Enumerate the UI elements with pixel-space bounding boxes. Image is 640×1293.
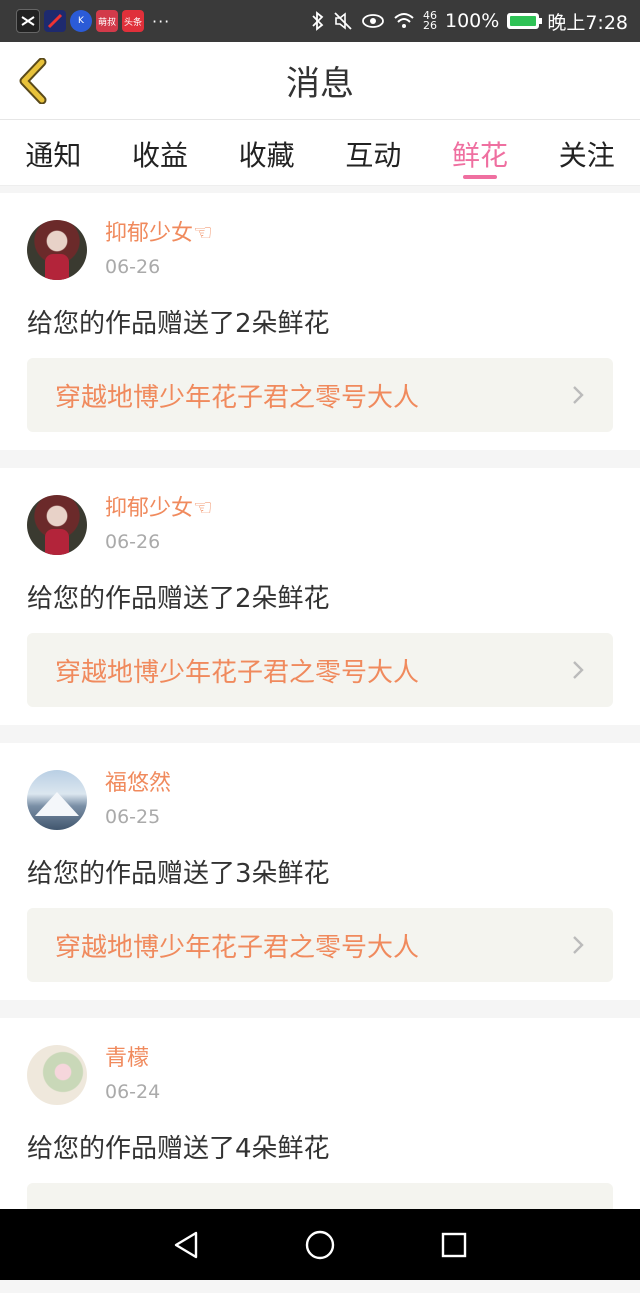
page-title: 消息 (286, 64, 354, 104)
chevron-right-icon (573, 661, 584, 679)
back-triangle-icon[interactable] (172, 1230, 200, 1260)
work-link[interactable]: 穿越地博少年花子君之零号大人 (27, 358, 613, 432)
message-date: 06-26 (105, 531, 161, 553)
more-notifications-icon: ··· (152, 11, 171, 31)
message-text: 给您的作品赠送了3朵鲜花 (27, 859, 330, 889)
avatar[interactable] (27, 220, 87, 280)
capcut-app-icon (16, 9, 40, 33)
avatar[interactable] (27, 495, 87, 555)
username[interactable]: 抑郁少女☜ (105, 215, 213, 247)
tab-notifications[interactable]: 通知 (0, 120, 107, 185)
message-text: 给您的作品赠送了2朵鲜花 (27, 584, 330, 614)
work-link[interactable]: 穿越地博少年花子君之零号大人 (27, 908, 613, 982)
battery-percent: 100% (445, 10, 500, 32)
message-list: 抑郁少女☜ 06-26 给您的作品赠送了2朵鲜花 穿越地博少年花子君之零号大人 … (0, 193, 640, 1293)
system-status: 46 26 100% 晚上7:28 (311, 8, 628, 35)
message-card: 抑郁少女☜ 06-26 给您的作品赠送了2朵鲜花 穿越地博少年花子君之零号大人 (0, 468, 640, 725)
avatar[interactable] (27, 770, 87, 830)
notification-icons: K 萌叔 头条 ··· (16, 9, 170, 33)
kuaishou-app-icon: K (70, 10, 92, 32)
tab-favorites[interactable]: 收藏 (213, 120, 320, 185)
battery-icon (507, 13, 543, 29)
message-date: 06-25 (105, 806, 161, 828)
eye-comfort-icon (362, 14, 384, 28)
bluetooth-icon (312, 11, 324, 31)
avatar[interactable] (27, 1045, 87, 1105)
status-bar: K 萌叔 头条 ··· 46 26 100% 晚上7:28 (0, 0, 640, 42)
system-nav-bar (0, 1209, 640, 1280)
tab-bar: 通知 收益 收藏 互动 鲜花 关注 (0, 120, 640, 186)
app-header: 消息 (0, 42, 640, 120)
message-date: 06-26 (105, 256, 161, 278)
message-text: 给您的作品赠送了2朵鲜花 (27, 309, 330, 339)
chevron-right-icon (573, 936, 584, 954)
recents-square-icon[interactable] (440, 1231, 468, 1259)
username[interactable]: 抑郁少女☜ (105, 490, 213, 522)
message-text: 给您的作品赠送了4朵鲜花 (27, 1134, 330, 1164)
work-title: 穿越地博少年花子君之零号大人 (55, 382, 420, 413)
photo-app-icon (44, 10, 66, 32)
clock: 晚上7:28 (547, 11, 628, 34)
wifi-icon (394, 13, 414, 28)
tab-flowers[interactable]: 鲜花 (427, 120, 534, 185)
username[interactable]: 青檬 (105, 1040, 149, 1072)
tab-earnings[interactable]: 收益 (107, 120, 214, 185)
message-card: 抑郁少女☜ 06-26 给您的作品赠送了2朵鲜花 穿越地博少年花子君之零号大人 (0, 193, 640, 450)
chevron-right-icon (573, 386, 584, 404)
tab-interactions[interactable]: 互动 (320, 120, 427, 185)
message-date: 06-24 (105, 1081, 161, 1103)
chevron-left-icon (19, 57, 47, 105)
work-link[interactable]: 穿越地博少年花子君之零号大人 (27, 633, 613, 707)
username[interactable]: 福悠然 (105, 765, 171, 797)
mute-icon (334, 12, 352, 30)
work-title: 穿越地博少年花子君之零号大人 (55, 932, 420, 963)
back-button[interactable] (14, 57, 54, 105)
home-circle-icon[interactable] (304, 1229, 336, 1261)
tab-follows[interactable]: 关注 (533, 120, 640, 185)
signal-icon: 46 26 (423, 9, 437, 32)
work-title: 穿越地博少年花子君之零号大人 (55, 657, 420, 688)
message-card: 福悠然 06-25 给您的作品赠送了3朵鲜花 穿越地博少年花子君之零号大人 (0, 743, 640, 1000)
mengbao-app-icon: 萌叔 (96, 10, 118, 32)
toutiao-app-icon: 头条 (122, 10, 144, 32)
